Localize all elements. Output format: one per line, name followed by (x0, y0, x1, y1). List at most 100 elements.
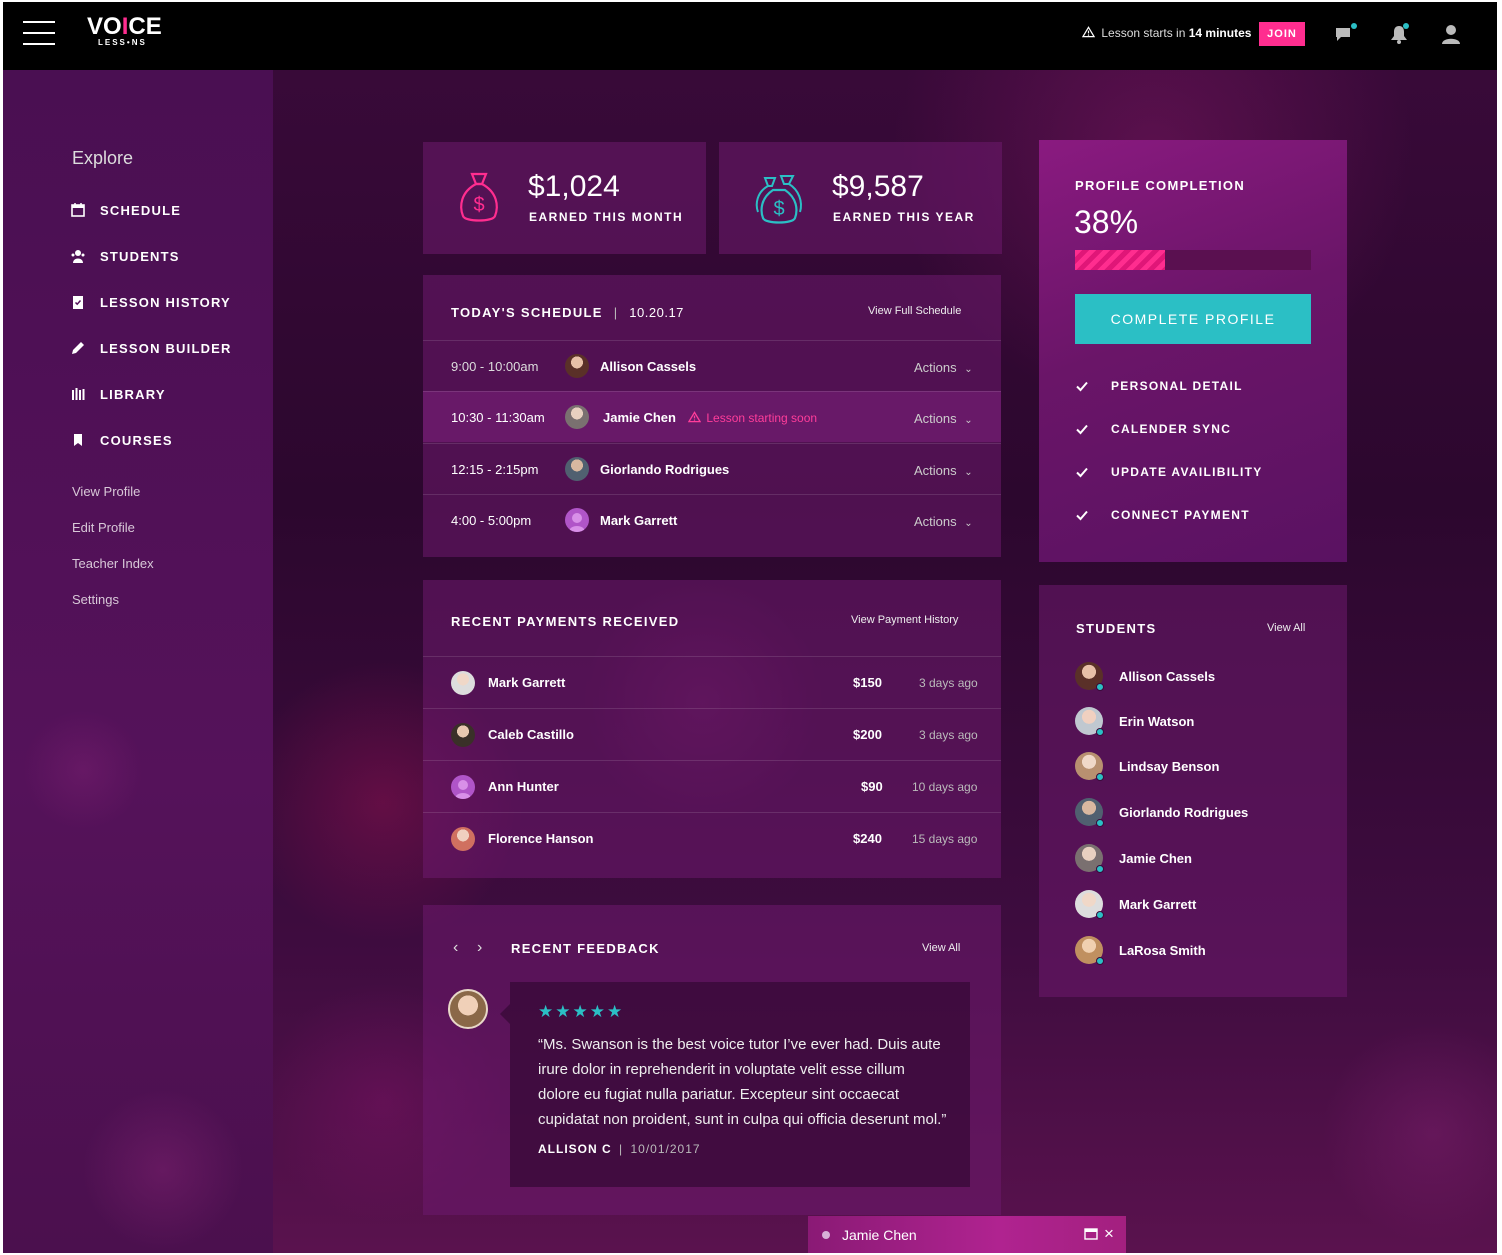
payments-panel: RECENT PAYMENTS RECEIVED View Payment Hi… (423, 580, 1001, 878)
checkmark-icon (1076, 381, 1088, 392)
view-payment-history-link[interactable]: View Payment History (851, 614, 958, 626)
sidebar-item-label: STUDENTS (100, 248, 180, 264)
student-name: LaRosa Smith (1119, 942, 1206, 958)
online-status-dot (1096, 683, 1104, 691)
student-item[interactable]: Erin Watson (1075, 706, 1194, 736)
avatar (451, 775, 475, 799)
profile-progress-fill (1075, 250, 1165, 270)
payer-name: Mark Garrett (488, 675, 566, 690)
view-all-feedback-link[interactable]: View All (922, 942, 960, 954)
online-status-dot (1096, 957, 1104, 965)
chevron-right-icon[interactable]: › (477, 939, 482, 957)
lesson-alert: Lesson starts in 14 minutes (1081, 26, 1251, 40)
svg-text:$: $ (773, 198, 784, 220)
sidebar-item-library[interactable]: LIBRARY (71, 384, 166, 404)
checklist-label: PERSONAL DETAIL (1111, 379, 1243, 393)
checklist-item-calender-sync[interactable]: CALENDER SYNC (1075, 419, 1231, 439)
feedback-author: ALLISON C | 10/01/2017 (538, 1142, 701, 1156)
student-item[interactable]: Allison Cassels (1075, 661, 1215, 691)
notification-bell-icon[interactable] (1387, 22, 1411, 46)
view-profile-link[interactable]: View Profile (72, 484, 140, 499)
feedback-quote: “Ms. Swanson is the best voice tutor I’v… (538, 1036, 947, 1128)
lesson-time: 9:00 - 10:00am (451, 359, 539, 374)
chevron-down-icon: ⌄ (964, 415, 973, 426)
schedule-row[interactable]: 10:30 - 11:30am Jamie Chen Lesson starti… (423, 391, 1001, 442)
checkmark-icon (1076, 424, 1088, 435)
sidebar-item-schedule[interactable]: SCHEDULE (71, 200, 181, 220)
user-profile-icon[interactable] (1439, 22, 1463, 46)
profile-completion-title: PROFILE COMPLETION (1075, 178, 1246, 193)
student-item[interactable]: Giorlando Rodrigues (1075, 797, 1248, 827)
menu-icon[interactable] (23, 19, 57, 47)
online-status-dot (1096, 865, 1104, 873)
payment-amount: $150 (853, 675, 882, 690)
chat-icon[interactable] (1333, 22, 1357, 46)
student-item[interactable]: Lindsay Benson (1075, 751, 1219, 781)
complete-profile-button[interactable]: COMPLETE PROFILE (1075, 294, 1311, 344)
pencil-icon (72, 342, 84, 354)
payment-date: 15 days ago (912, 832, 978, 846)
sidebar-item-label: LESSON HISTORY (100, 294, 231, 310)
student-item[interactable]: Jamie Chen (1075, 843, 1192, 873)
payment-row[interactable]: Ann Hunter $90 10 days ago (423, 760, 1001, 812)
actions-dropdown[interactable]: Actions ⌄ (914, 360, 973, 375)
actions-dropdown[interactable]: Actions ⌄ (914, 463, 973, 478)
schedule-row[interactable]: 12:15 - 2:15pm Giorlando Rodrigues Actio… (423, 443, 1001, 494)
sidebar-item-lesson-builder[interactable]: LESSON BUILDER (71, 338, 232, 358)
online-status-dot (1096, 819, 1104, 827)
profile-percent: 38% (1074, 204, 1139, 240)
online-status-dot (1096, 728, 1104, 736)
maximize-icon[interactable] (1084, 1227, 1098, 1246)
student-item[interactable]: LaRosa Smith (1075, 935, 1206, 965)
teacher-index-link[interactable]: Teacher Index (72, 556, 154, 571)
sidebar: Explore SCHEDULE STUDENTS LESSON HISTORY… (3, 70, 273, 1253)
settings-link[interactable]: Settings (72, 592, 119, 607)
actions-dropdown[interactable]: Actions ⌄ (914, 514, 973, 529)
warning-icon (1081, 26, 1096, 38)
checklist-label: UPDATE AVAILIBILITY (1111, 465, 1263, 479)
avatar (1075, 662, 1104, 691)
student-name: Giorlando Rodrigues (600, 462, 730, 477)
student-item[interactable]: Mark Garrett (1075, 889, 1196, 919)
student-name: Lindsay Benson (1119, 758, 1220, 774)
chat-tab[interactable]: Jamie Chen × (808, 1216, 1126, 1253)
student-name: Allison Cassels (600, 359, 697, 374)
avatar (565, 354, 589, 378)
sidebar-item-students[interactable]: STUDENTS (71, 246, 180, 266)
payer-name: Florence Hanson (488, 831, 594, 846)
schedule-row[interactable]: 4:00 - 5:00pm Mark Garrett Actions ⌄ (423, 494, 1001, 545)
warning-icon (687, 411, 702, 423)
edit-profile-link[interactable]: Edit Profile (72, 520, 135, 535)
schedule-row[interactable]: 9:00 - 10:00am Allison Cassels Actions ⌄ (423, 340, 1001, 391)
student-name: Giorlando Rodrigues (1119, 804, 1249, 820)
top-bar: VOICE LESS•NS Lesson starts in 14 minute… (3, 2, 1497, 70)
payment-row[interactable]: Florence Hanson $240 15 days ago (423, 812, 1001, 864)
actions-dropdown[interactable]: Actions ⌄ (914, 411, 973, 426)
student-name: Mark Garrett (600, 513, 678, 528)
checklist-item-update-availibility[interactable]: UPDATE AVAILIBILITY (1075, 462, 1263, 482)
payer-name: Caleb Castillo (488, 727, 574, 742)
checklist-item-personal-detail[interactable]: PERSONAL DETAIL (1075, 376, 1243, 396)
view-all-students-link[interactable]: View All (1267, 622, 1305, 634)
close-icon[interactable]: × (1104, 1224, 1114, 1244)
chevron-left-icon[interactable]: ‹ (453, 939, 458, 957)
avatar (565, 508, 589, 532)
join-button[interactable]: JOIN (1259, 22, 1305, 46)
feedback-panel: ‹ › RECENT FEEDBACK View All ★★★★★ “Ms. … (423, 905, 1001, 1215)
payment-row[interactable]: Caleb Castillo $200 3 days ago (423, 708, 1001, 760)
avatar (448, 989, 488, 1029)
view-full-schedule-link[interactable]: View Full Schedule (868, 305, 961, 317)
payer-name: Ann Hunter (488, 779, 559, 794)
checklist-label: CONNECT PAYMENT (1111, 508, 1250, 522)
avatar (1075, 890, 1104, 919)
profile-completion-panel: PROFILE COMPLETION 38% COMPLETE PROFILE … (1039, 140, 1347, 562)
logo[interactable]: VOICE LESS•NS (87, 14, 177, 54)
sidebar-heading: Explore (72, 148, 134, 168)
payment-row[interactable]: Mark Garrett $150 3 days ago (423, 656, 1001, 708)
sidebar-item-lesson-history[interactable]: LESSON HISTORY (71, 292, 231, 312)
svg-text:$: $ (473, 194, 484, 216)
stat-card-month: $ $1,024 EARNED THIS MONTH (423, 142, 706, 254)
money-bags-icon: $ (755, 175, 802, 224)
sidebar-item-courses[interactable]: COURSES (71, 430, 173, 450)
checklist-item-connect-payment[interactable]: CONNECT PAYMENT (1075, 505, 1250, 525)
